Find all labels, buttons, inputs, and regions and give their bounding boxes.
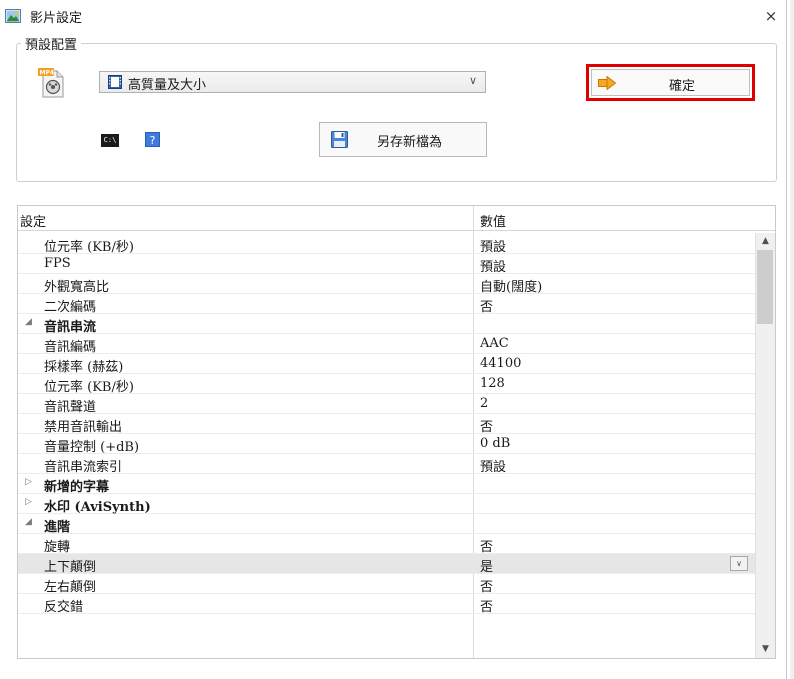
property-row[interactable]: 旋轉 否 [18, 534, 755, 555]
property-name: 新增的字幕 [44, 480, 110, 495]
property-value[interactable]: 否 [480, 296, 493, 315]
property-row[interactable]: 位元率 (KB/秒) 128 [18, 374, 755, 395]
property-row[interactable]: 左右顛倒 否 [18, 574, 755, 595]
mp4-file-icon: MP4 [38, 68, 64, 98]
preset-group-legend: 預設配置 [21, 34, 82, 53]
property-value[interactable]: 預設 [480, 456, 506, 475]
property-name: 禁用音訊輸出 [44, 420, 123, 435]
property-name: 音訊串流索引 [44, 460, 123, 475]
property-row[interactable]: 音訊聲道 2 [18, 394, 755, 415]
property-row[interactable]: 二次編碼 否 [18, 294, 755, 315]
property-name: 進階 [44, 520, 71, 535]
property-value[interactable]: AAC [480, 336, 509, 351]
property-name: 音訊聲道 [44, 400, 97, 415]
ok-button[interactable]: 確定 [586, 64, 755, 101]
property-name: 反交錯 [44, 600, 84, 615]
property-value[interactable]: 否 [480, 576, 493, 595]
header-value: 數值 [480, 215, 507, 230]
property-row[interactable]: 禁用音訊輸出 否 [18, 414, 755, 435]
value-dropdown-button[interactable]: ∨ [730, 556, 748, 571]
property-value[interactable]: 否 [480, 416, 493, 435]
property-value[interactable]: 是 [480, 556, 493, 575]
property-value[interactable]: 自動(闊度) [480, 276, 542, 295]
film-icon [108, 75, 122, 89]
property-name: 音訊編碼 [44, 340, 97, 355]
save-as-label: 另存新檔為 [377, 135, 443, 150]
property-grid: 設定 數值 位元率 (KB/秒) 預設 FPS 預設 外觀寬高比 自動(闊度) 二次編碼否 ◢… [17, 205, 776, 659]
property-grid-header: 設定 數值 [18, 206, 775, 231]
header-setting: 設定 [20, 215, 47, 230]
property-value[interactable]: 否 [480, 536, 493, 555]
property-rows: 位元率 (KB/秒) 預設 FPS 預設 外觀寬高比 自動(闊度) 二次編碼否 ◢ 音訊串流 音訊… [18, 234, 755, 615]
property-row[interactable]: FPS 預設 [18, 254, 755, 275]
property-value[interactable]: 2 [480, 396, 488, 411]
close-button[interactable]: × [760, 5, 782, 27]
property-name: 音訊串流 [44, 320, 97, 335]
property-row[interactable]: 音訊編碼 AAC [18, 334, 755, 355]
property-name: 位元率 (KB/秒) [44, 240, 134, 255]
preset-dropdown[interactable]: 高質量及大小 ∨ [99, 71, 486, 93]
property-name: 二次編碼 [44, 300, 97, 315]
collapse-icon[interactable]: ◢ [25, 517, 32, 527]
property-name: 左右顛倒 [44, 580, 97, 595]
ok-button-label: 確定 [669, 79, 696, 94]
floppy-disk-icon [331, 131, 348, 148]
category-row[interactable]: ◢ 進階 [18, 514, 755, 535]
window-edge [790, 0, 794, 679]
property-value[interactable]: 44100 [480, 356, 521, 371]
property-row[interactable]: 採樣率 (赫茲) 44100 [18, 354, 755, 375]
property-name: 水印 (AviSynth) [44, 500, 151, 515]
command-prompt-icon[interactable]: C:\ [101, 134, 119, 147]
property-name: 採樣率 (赫茲) [44, 360, 124, 375]
property-row[interactable]: 音訊串流索引 預設 [18, 454, 755, 475]
property-name: FPS [44, 256, 71, 271]
collapse-icon[interactable]: ◢ [25, 317, 32, 327]
property-name: 上下顛倒 [44, 560, 97, 575]
property-value[interactable]: 128 [480, 376, 505, 391]
property-value[interactable]: 0 dB [480, 436, 510, 451]
property-row[interactable]: 外觀寬高比 自動(闊度) [18, 274, 755, 295]
scrollbar-thumb[interactable] [757, 250, 773, 324]
category-row[interactable]: ▷ 新增的字幕 [18, 474, 755, 495]
chevron-down-icon: ∨ [468, 74, 477, 87]
property-row[interactable]: 反交錯 否 [18, 594, 755, 615]
arrow-right-icon [598, 76, 616, 90]
property-value[interactable]: 預設 [480, 236, 506, 255]
help-icon[interactable]: ? [145, 132, 160, 147]
app-image-icon [5, 9, 21, 23]
property-name: 旋轉 [44, 540, 71, 555]
video-settings-window: 影片設定 × 預設配置 MP4 高質量及大小 ∨ 確定 C:\ ? 另存新檔為 … [0, 0, 787, 679]
svg-text:MP4: MP4 [40, 70, 55, 77]
property-row[interactable]: 音量控制 (+dB) 0 dB [18, 434, 755, 455]
expand-icon[interactable]: ▷ [25, 477, 32, 487]
save-as-button[interactable]: 另存新檔為 [319, 122, 487, 157]
property-row[interactable]: 上下顛倒 是 ∨ [18, 554, 755, 575]
property-name: 音量控制 (+dB) [44, 440, 140, 455]
property-name: 外觀寬高比 [44, 280, 110, 295]
category-row[interactable]: ◢ 音訊串流 [18, 314, 755, 335]
property-row[interactable]: 位元率 (KB/秒) 預設 [18, 234, 755, 255]
property-name: 位元率 (KB/秒) [44, 380, 134, 395]
category-row[interactable]: ▷ 水印 (AviSynth) [18, 494, 755, 515]
vertical-scrollbar[interactable]: ▲ ▼ [755, 233, 775, 658]
preset-dropdown-value: 高質量及大小 [128, 78, 207, 93]
window-title: 影片設定 [30, 11, 83, 26]
property-value[interactable]: 否 [480, 596, 493, 615]
title-bar: 影片設定 × [0, 0, 786, 32]
scroll-down-icon[interactable]: ▼ [756, 641, 775, 658]
scroll-up-icon[interactable]: ▲ [756, 233, 775, 250]
property-value[interactable]: 預設 [480, 256, 506, 275]
expand-icon[interactable]: ▷ [25, 497, 32, 507]
